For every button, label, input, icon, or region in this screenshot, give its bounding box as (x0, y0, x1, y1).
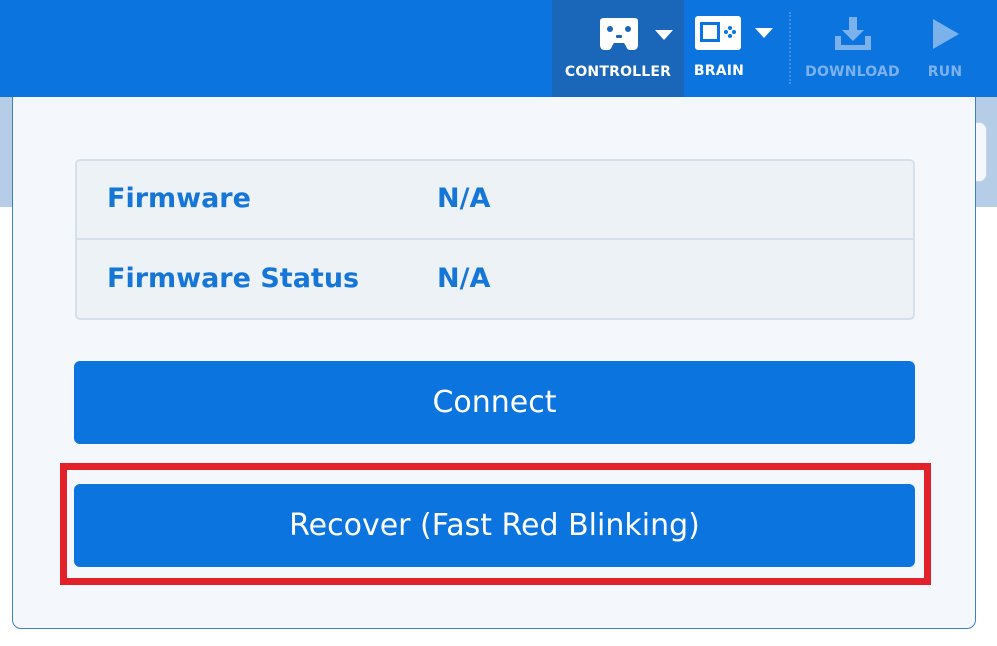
info-row-firmware-status: Firmware Status N/A (77, 241, 913, 320)
download-icon (835, 17, 871, 50)
controller-button[interactable]: CONTROLLER (552, 0, 684, 97)
chevron-down-icon[interactable] (654, 29, 674, 41)
brain-button[interactable]: BRAIN (684, 0, 790, 97)
run-button[interactable]: RUN (912, 0, 978, 97)
run-icon (933, 19, 959, 49)
connect-button[interactable]: Connect (74, 361, 915, 444)
run-label: RUN (927, 64, 963, 80)
firmware-value: N/A (437, 183, 491, 214)
brain-label: BRAIN (693, 63, 745, 79)
toolbar-divider (789, 12, 791, 84)
brain-icon (695, 16, 741, 50)
firmware-info-table: Firmware N/A Firmware Status N/A (75, 159, 915, 320)
download-label: DOWNLOAD (805, 64, 900, 80)
controller-icon (600, 18, 638, 50)
firmware-key: Firmware (107, 183, 251, 214)
chevron-down-icon[interactable] (754, 27, 774, 39)
download-button[interactable]: DOWNLOAD (795, 0, 910, 97)
highlight-box (60, 463, 931, 585)
firmware-status-key: Firmware Status (107, 263, 360, 294)
info-row-firmware: Firmware N/A (77, 161, 913, 240)
controller-label: CONTROLLER (564, 64, 672, 80)
top-toolbar: CONTROLLER BRAIN DOWNLOAD RUN (0, 0, 997, 97)
firmware-status-value: N/A (437, 263, 491, 294)
